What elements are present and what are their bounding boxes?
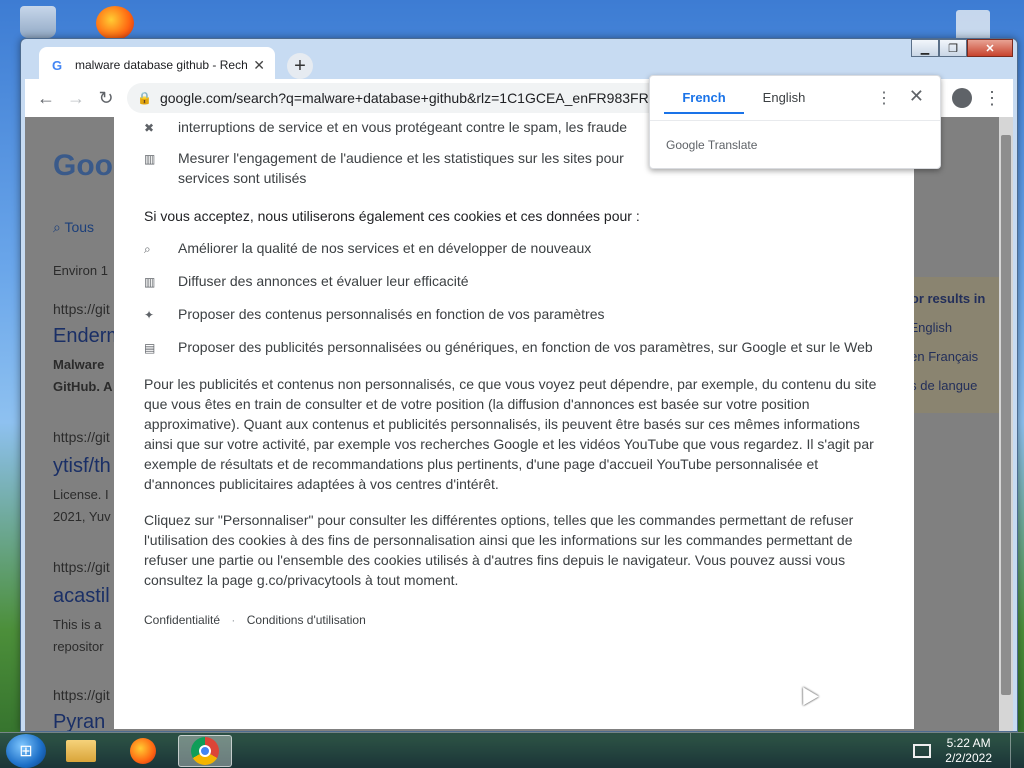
page-viewport: Goog ⌕ Tous Environ 1 https://git Enderm… xyxy=(25,117,1013,731)
tab-all-label: Tous xyxy=(64,219,95,235)
clock-date: 2/2/2022 xyxy=(945,750,992,765)
close-window-button[interactable]: ✕ xyxy=(967,39,1013,57)
scrollbar-thumb[interactable] xyxy=(1001,135,1011,695)
system-tray: 5:22 AM 2/2/2022 xyxy=(913,732,1024,768)
results-count: Environ 1 xyxy=(53,263,108,278)
result-url: https://git xyxy=(53,301,110,317)
reload-button[interactable]: ↻ xyxy=(91,83,121,113)
new-tab-button[interactable]: + xyxy=(287,53,313,79)
consent-dialog: ✖ interruptions de service et en vous pr… xyxy=(114,117,914,729)
taskbar-chrome[interactable] xyxy=(178,734,232,767)
tools-icon: ✖ xyxy=(144,121,155,135)
forward-button[interactable]: → xyxy=(61,83,91,113)
result-url: https://git xyxy=(53,429,110,445)
chart-icon: ▥ xyxy=(144,275,156,289)
chrome-icon xyxy=(191,736,219,765)
tab-target-language[interactable]: English xyxy=(744,84,824,114)
result-title[interactable]: ytisf/th xyxy=(53,455,111,478)
google-favicon-icon: G xyxy=(51,57,63,73)
footer-separator: · xyxy=(231,613,236,627)
consent-item: ⌕ Améliorer la qualité de nos services e… xyxy=(144,238,884,259)
result-url: https://git xyxy=(53,687,110,703)
firefox-icon xyxy=(130,737,156,764)
tab-search[interactable]: G malware database github - Reche ✕ xyxy=(39,47,275,83)
translate-bubble: French English ⋮ ✕ Google Translate xyxy=(649,75,941,169)
tab-source-language[interactable]: French xyxy=(664,84,744,114)
result-snippet: 2021, Yuv xyxy=(53,509,111,524)
tab-title: malware database github - Reche xyxy=(75,58,248,72)
translate-language-tabs: French English xyxy=(664,84,824,114)
chrome-window: ▁ ❐ ✕ G malware database github - Reche … xyxy=(20,38,1018,732)
clock[interactable]: 5:22 AM 2/2/2022 xyxy=(945,736,992,766)
search-icon: ⌕ xyxy=(144,242,151,256)
taskbar-firefox[interactable] xyxy=(116,735,170,767)
taskbar-explorer[interactable] xyxy=(54,735,108,767)
lock-icon[interactable]: 🔒 xyxy=(137,91,152,105)
consent-item-text: Proposer des publicités personnalisées o… xyxy=(178,339,873,355)
tab-all[interactable]: ⌕ Tous xyxy=(53,219,94,236)
google-translate-brand: Google Translate xyxy=(666,138,758,152)
consent-item: ▤ Proposer des publicités personnalisées… xyxy=(144,337,884,358)
consent-item-text: Améliorer la qualité de nos services et … xyxy=(178,240,592,256)
consent-intro: Si vous acceptez, nous utiliserons égale… xyxy=(144,208,640,224)
ads-icon: ▤ xyxy=(144,341,156,355)
page-scrollbar[interactable] xyxy=(999,117,1013,731)
consent-item-text: Proposer des contenus personnalisés en f… xyxy=(178,306,605,322)
start-button[interactable]: ⊞ xyxy=(6,733,46,768)
result-url: https://git xyxy=(53,559,110,575)
taskbar: ⊞ 5:22 AM 2/2/2022 xyxy=(0,732,1024,768)
translate-options-icon[interactable]: ⋮ xyxy=(876,88,892,108)
maximize-button[interactable]: ❐ xyxy=(939,39,967,57)
clock-time: 5:22 AM xyxy=(946,735,991,750)
terms-link[interactable]: Conditions d'utilisation xyxy=(247,613,366,627)
consent-item: ▥ Diffuser des annonces et évaluer leur … xyxy=(144,271,884,292)
sparkle-icon: ✦ xyxy=(144,308,155,322)
tab-close-icon[interactable]: ✕ xyxy=(253,57,265,74)
show-desktop-button[interactable] xyxy=(1010,732,1024,768)
consent-paragraph: Cliquez sur "Personnaliser" pour consult… xyxy=(144,512,854,588)
result-title[interactable]: acastil xyxy=(53,585,110,608)
close-icon[interactable]: ✕ xyxy=(909,86,924,107)
result-snippet: repositor xyxy=(53,639,104,654)
result-title[interactable]: Pyran xyxy=(53,711,105,731)
firefox-desktop-icon[interactable] xyxy=(96,6,134,40)
result-snippet: License. I xyxy=(53,487,109,502)
privacy-link[interactable]: Confidentialité xyxy=(144,613,220,627)
consent-item: ✦ Proposer des contenus personnalisés en… xyxy=(144,304,884,325)
result-snippet: This is a xyxy=(53,617,102,632)
chart-icon: ▥ xyxy=(144,152,156,166)
recycle-bin-icon[interactable] xyxy=(20,6,56,38)
consent-paragraph: Pour les publicités et contenus non pers… xyxy=(144,376,877,492)
result-snippet: GitHub. A xyxy=(53,379,113,394)
result-title[interactable]: Enderm xyxy=(53,325,123,348)
folder-icon xyxy=(66,739,96,762)
consent-item-text: Diffuser des annonces et évaluer leur ef… xyxy=(178,273,469,289)
menu-kebab-icon[interactable]: ⋮ xyxy=(977,83,1007,113)
divider xyxy=(650,120,940,121)
back-button[interactable]: ← xyxy=(31,83,61,113)
consent-footer: Confidentialité · Conditions d'utilisati… xyxy=(144,610,884,630)
network-icon[interactable] xyxy=(913,743,932,758)
result-snippet: Malware xyxy=(53,357,105,372)
avatar-icon xyxy=(952,88,972,108)
profile-avatar[interactable] xyxy=(947,83,977,113)
